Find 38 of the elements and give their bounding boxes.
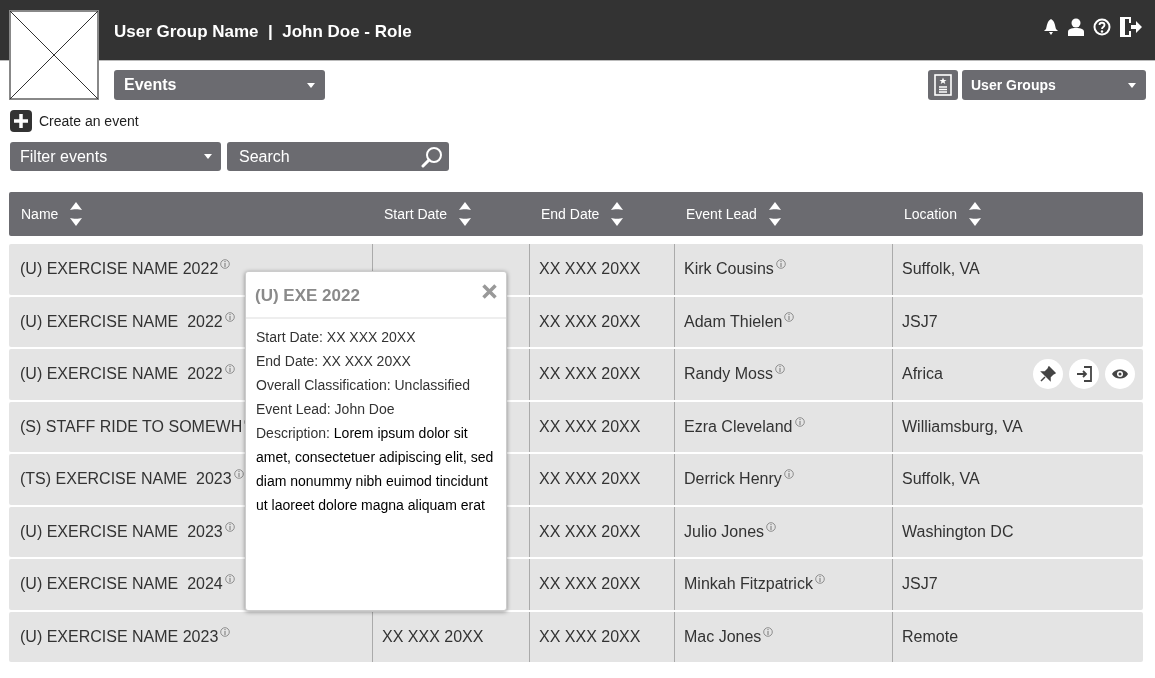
table-cell: Julio Jones [684, 522, 765, 541]
table-cell: (U) EXERCISE NAME 2023 [20, 522, 223, 541]
detail-text: End Date: XX XXX 20XX [256, 352, 412, 371]
table-cell: XX XXX 20XX [539, 470, 641, 489]
table-cell: (S) STAFF RIDE TO SOMEWH [20, 417, 243, 436]
table-cell: Africa [902, 365, 943, 384]
table-cell: Suffolk, VA [902, 260, 980, 279]
table-cell: JSJ7 [902, 575, 938, 594]
table-cell: (U) EXERCISE NAME 2022 [20, 365, 223, 384]
table-cell: Ezra Cleveland [684, 417, 793, 436]
table-cell: Derrick Henry [684, 470, 782, 489]
table-cell: Adam Thielen [684, 312, 783, 331]
table-cell: (U) EXERCISE NAME 2024 [20, 575, 223, 594]
table-cell: Randy Moss [684, 365, 773, 384]
table-cell: XX XXX 20XX [539, 417, 641, 436]
table-cell: Williamsburg, VA [902, 417, 1023, 436]
table-cell: JSJ7 [902, 312, 938, 331]
table-cell: (U) EXERCISE NAME 2023 [20, 627, 219, 646]
detail-text: Start Date: XX XXX 20XX [256, 328, 417, 347]
table-cell: (U) EXERCISE NAME 2022 [20, 312, 223, 331]
table-cell: (U) EXERCISE NAME 2022 [20, 260, 219, 279]
table-cell: XX XXX 20XX [539, 575, 641, 594]
table-cell: Mac Jones [684, 627, 762, 646]
table-cell: XX XXX 20XX [539, 260, 641, 279]
table-cell: Washington DC [902, 522, 1014, 541]
detail-text: Overall Classification: Unclassified [256, 376, 471, 395]
header-title: User Group Name | John Doe - Role [114, 22, 412, 42]
table-cell: XX XXX 20XX [539, 522, 641, 541]
table-cell: XX XXX 20XX [539, 627, 641, 646]
table-cell: Suffolk, VA [902, 470, 980, 489]
table-cell: XX XXX 20XX [539, 365, 641, 384]
table-cell: XX XXX 20XX [382, 627, 484, 646]
table-cell: Kirk Cousins [684, 260, 774, 279]
table-cell: XX XXX 20XX [539, 312, 641, 331]
table-cell: Remote [902, 627, 959, 646]
table-cell: Minkah Fitzpatrick [684, 575, 813, 594]
table-cell: (TS) EXERCISE NAME 2023 [20, 470, 232, 489]
detail-text: Event Lead: John Doe [256, 400, 396, 419]
